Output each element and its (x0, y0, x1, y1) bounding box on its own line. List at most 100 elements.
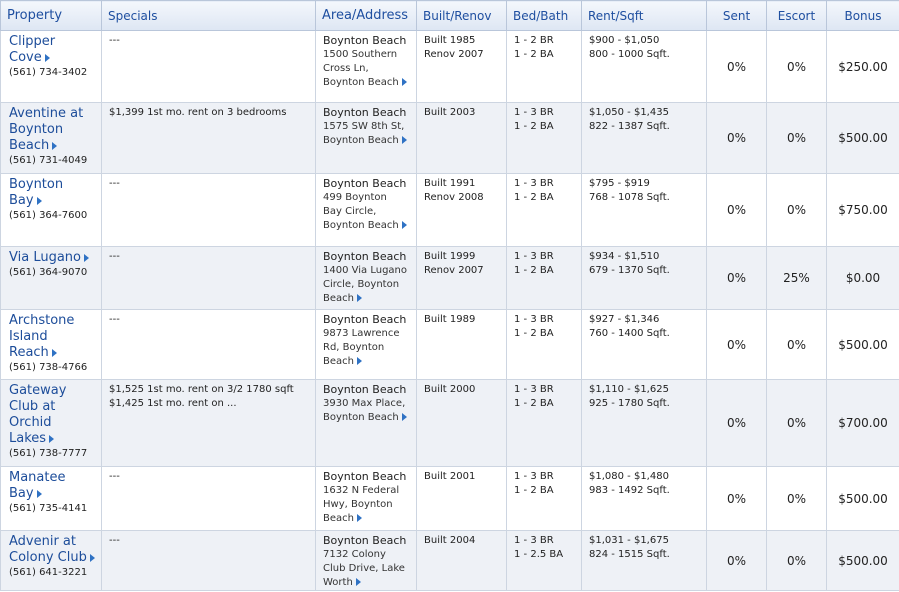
property-cell: Advenir at Colony Club (561) 641-3221 (0, 530, 102, 591)
address-city: Boynton Beach (323, 250, 407, 263)
escort-cell: 0% (766, 466, 827, 531)
right-triangle-icon[interactable] (49, 435, 55, 443)
right-triangle-icon[interactable] (36, 490, 42, 498)
property-phone: (561) 364-7600 (9, 210, 88, 221)
address-line: 7132 Colony (323, 549, 386, 560)
built-year: Built 1999 (424, 251, 476, 262)
col-header-built[interactable]: Built/Renov (416, 0, 507, 31)
property-name-link[interactable]: Advenir at Colony Club (9, 534, 95, 565)
col-header-rent[interactable]: Rent/Sqft (581, 0, 707, 31)
right-triangle-icon[interactable] (36, 197, 42, 205)
property-name-link[interactable]: Via Lugano (9, 250, 89, 265)
col-header-specials[interactable]: Specials (101, 0, 316, 31)
rent-range: $927 - $1,346 (589, 314, 660, 325)
right-triangle-icon[interactable] (401, 221, 407, 229)
sent-cell: 0% (706, 466, 767, 531)
property-name-line[interactable]: Aventine at (9, 104, 83, 121)
property-name-line[interactable]: Clipper (9, 32, 55, 49)
bedbath-cell: 1 - 3 BR 1 - 2 BA (506, 173, 582, 247)
escort-cell: 0% (766, 173, 827, 247)
right-triangle-icon[interactable] (401, 136, 407, 144)
col-header-bedbath[interactable]: Bed/Bath (506, 0, 582, 31)
built-cell: Built 1999 Renov 2007 (416, 246, 507, 310)
property-name-line[interactable]: Colony Club (9, 548, 87, 565)
property-name-line[interactable]: Gateway (9, 381, 66, 398)
address-city: Boynton Beach (323, 470, 407, 483)
property-name-link[interactable]: Clipper Cove (9, 34, 55, 65)
rent-cell: $934 - $1,510 679 - 1370 Sqft. (581, 246, 707, 310)
property-cell: Via Lugano (561) 364-9070 (0, 246, 102, 310)
property-name-line[interactable]: Archstone (9, 311, 74, 328)
property-phone: (561) 641-3221 (9, 567, 88, 578)
built-year: Built 2000 (424, 384, 476, 395)
property-name-line[interactable]: Reach (9, 343, 49, 360)
renov-year: Renov 2007 (424, 265, 484, 276)
property-name-line[interactable]: Beach (9, 136, 49, 153)
address-city: Boynton Beach (323, 34, 407, 47)
address-city: Boynton Beach (323, 177, 407, 190)
sent-cell: 0% (706, 173, 767, 247)
bedbath-cell: 1 - 3 BR 1 - 2 BA (506, 246, 582, 310)
sent-cell: 0% (706, 246, 767, 310)
specials-cell: $1,525 1st mo. rent on 3/2 1780 sqft $1,… (101, 379, 316, 467)
property-name-line[interactable]: Via Lugano (9, 248, 81, 265)
address-line: Hwy, Boynton (323, 499, 393, 510)
specials-cell: --- (101, 309, 316, 380)
property-name-line[interactable]: Cove (9, 48, 42, 65)
property-name-link[interactable]: Gateway Club at Orchid Lakes (9, 383, 66, 446)
address-cell: Boynton Beach 1500 Southern Cross Ln, Boynt… (315, 30, 417, 103)
sqft-range: 824 - 1515 Sqft. (589, 549, 670, 560)
rent-cell: $1,031 - $1,675 824 - 1515 Sqft. (581, 530, 707, 591)
rent-range: $900 - $1,050 (589, 35, 660, 46)
right-triangle-icon[interactable] (356, 514, 362, 522)
property-name-link[interactable]: Boynton Bay (9, 177, 63, 208)
right-triangle-icon[interactable] (401, 413, 407, 421)
rent-range: $1,050 - $1,435 (589, 107, 669, 118)
address-line: 1575 SW 8th St, (323, 121, 405, 132)
right-triangle-icon[interactable] (401, 78, 407, 86)
property-name-line[interactable]: Lakes (9, 429, 46, 446)
property-name-line[interactable]: Bay (9, 191, 34, 208)
right-triangle-icon[interactable] (355, 578, 361, 586)
right-triangle-icon[interactable] (51, 349, 57, 357)
bedbath-cell: 1 - 3 BR 1 - 2 BA (506, 379, 582, 467)
col-header-area[interactable]: Area/Address (315, 0, 417, 31)
rent-range: $1,031 - $1,675 (589, 535, 669, 546)
bedrooms: 1 - 3 BR (514, 384, 554, 395)
col-header-property[interactable]: Property (0, 0, 102, 31)
renov-year: Renov 2007 (424, 49, 484, 60)
right-triangle-icon[interactable] (356, 294, 362, 302)
property-name-link[interactable]: Archstone Island Reach (9, 313, 74, 360)
right-triangle-icon[interactable] (89, 554, 95, 562)
built-year: Built 1985 (424, 35, 476, 46)
property-name-link[interactable]: Manatee Bay (9, 470, 65, 501)
property-cell: Archstone Island Reach (561) 738-4766 (0, 309, 102, 380)
property-name-line[interactable]: Island (9, 327, 48, 344)
property-name-line[interactable]: Orchid (9, 413, 52, 430)
table-row: Advenir at Colony Club (561) 641-3221 --- Bo… (0, 530, 899, 591)
rent-range: $1,080 - $1,480 (589, 471, 669, 482)
col-header-sent[interactable]: Sent (706, 0, 767, 31)
col-header-escort[interactable]: Escort (766, 0, 827, 31)
right-triangle-icon[interactable] (52, 142, 58, 150)
property-name-line[interactable]: Advenir at (9, 532, 76, 549)
sqft-range: 822 - 1387 Sqft. (589, 121, 670, 132)
right-triangle-icon[interactable] (83, 254, 89, 262)
escort-cell: 0% (766, 530, 827, 591)
col-header-bonus[interactable]: Bonus (826, 0, 899, 31)
sqft-range: 925 - 1780 Sqft. (589, 398, 670, 409)
property-name-line[interactable]: Club at (9, 397, 55, 414)
sqft-range: 760 - 1400 Sqft. (589, 328, 670, 339)
listings-table: Property Specials Area/Address Built/Ren… (0, 0, 899, 591)
property-name-line[interactable]: Boynton (9, 120, 63, 137)
property-name-line[interactable]: Bay (9, 484, 34, 501)
built-year: Built 2003 (424, 107, 476, 118)
right-triangle-icon[interactable] (44, 54, 50, 62)
property-name-link[interactable]: Aventine at Boynton Beach (9, 106, 83, 153)
property-phone: (561) 734-3402 (9, 67, 88, 78)
property-name-line[interactable]: Boynton (9, 175, 63, 192)
right-triangle-icon[interactable] (356, 357, 362, 365)
property-name-line[interactable]: Manatee (9, 468, 65, 485)
property-cell: Aventine at Boynton Beach (561) 731-4049 (0, 102, 102, 174)
address-line: 1500 Southern (323, 49, 398, 60)
